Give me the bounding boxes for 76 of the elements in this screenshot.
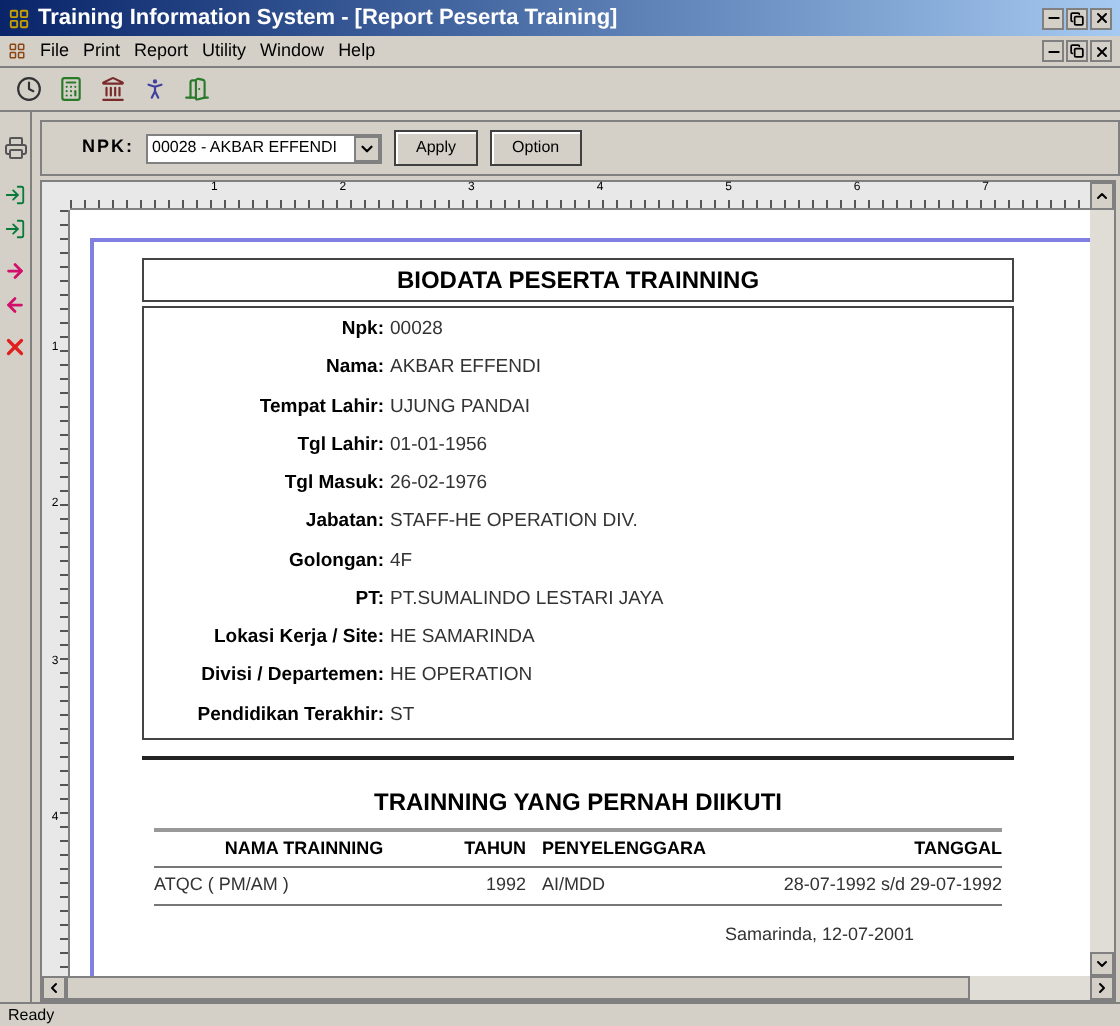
field-value: 26-02-1976 (390, 470, 488, 498)
arrow-down-icon (1094, 956, 1110, 972)
field-value: AKBAR EFFENDI (390, 354, 541, 383)
field-label: Tgl Lahir: (295, 431, 384, 460)
field-label: Jabatan: (303, 508, 384, 537)
close-icon (1093, 43, 1109, 59)
status-text: Ready (8, 1007, 55, 1023)
restore-button[interactable] (1066, 7, 1088, 29)
scroll-left-button[interactable] (42, 976, 66, 1000)
restore-icon (1070, 11, 1084, 25)
clock-icon[interactable] (16, 76, 42, 102)
field-value: HE SAMARINDA (390, 624, 535, 652)
column-header: NAMA TRAINNING (222, 835, 386, 862)
arrow-up-icon (1094, 188, 1110, 204)
field-value: ST (390, 701, 415, 729)
close-icon (1093, 10, 1109, 26)
scroll-right-button[interactable] (1090, 976, 1114, 1000)
column-header: TANGGAL (912, 835, 1002, 862)
arrow-left-icon[interactable] (4, 294, 26, 316)
restore-button[interactable] (1066, 40, 1088, 62)
scroll-thumb[interactable] (66, 976, 970, 1000)
calculator-icon[interactable] (58, 76, 84, 102)
column-header: TAHUN (462, 835, 528, 862)
field-value: UJUNG PANDAI (390, 393, 531, 421)
minimize-button[interactable] (1042, 7, 1064, 29)
field-label: Pendidikan Terakhir: (195, 701, 384, 729)
restore-icon (1070, 44, 1084, 58)
field-value: 01-01-1956 (390, 431, 488, 460)
field-label: Tgl Masuk: (282, 470, 384, 498)
field-value: HE OPERATION (390, 662, 533, 691)
report-title: BIODATA PESERTA TRAINNING (142, 258, 1014, 302)
building-icon[interactable] (100, 76, 126, 102)
toolbar-button[interactable]: Apply (394, 130, 479, 166)
signature-line: Samarinda, 12-07-2001 (722, 921, 914, 948)
field-label: Nama: (323, 354, 384, 383)
arrow-left-icon (46, 980, 62, 996)
scroll-up-button[interactable] (1090, 182, 1114, 210)
arrow-right-icon[interactable] (4, 260, 26, 282)
login-icon[interactable] (4, 184, 26, 206)
field-value: 00028 (390, 316, 443, 344)
menu-item[interactable]: Window (260, 37, 325, 65)
arrow-right-icon (1094, 980, 1110, 996)
menu-item[interactable]: File (40, 37, 70, 65)
npk-dropdown[interactable]: 00028 - AKBAR EFFENDI (146, 133, 382, 163)
menu-item[interactable]: Print (83, 37, 121, 65)
close-button[interactable] (1090, 7, 1112, 29)
table-cell-text: 28-07-1992 s/d 29-07-1992 (781, 872, 1002, 899)
field-value: 4F (390, 547, 413, 575)
menu-item[interactable]: Utility (202, 37, 247, 65)
field-label: Divisi / Departemen: (199, 662, 384, 691)
close-button[interactable] (1090, 40, 1112, 62)
column-header: PENYELENGGARA (542, 835, 709, 862)
window-title: Training Information System - [Report Peserta Training] (38, 3, 618, 34)
toolbar-button[interactable]: Option (490, 130, 582, 166)
training-title: TRAINNING YANG PERNAH DIIKUTI (371, 785, 785, 820)
table-cell-text: ATQC ( PM/AM ) (154, 872, 291, 899)
minimize-button[interactable] (1042, 40, 1064, 62)
printer-icon[interactable] (3, 136, 27, 160)
field-label: Tempat Lahir: (257, 393, 384, 421)
door-icon[interactable] (184, 76, 210, 102)
field-label: Npk: (339, 316, 384, 344)
npk-label: NPK: (82, 134, 134, 161)
app-icon (8, 7, 30, 29)
close-icon[interactable] (2, 334, 28, 360)
field-value: STAFF-HE OPERATION DIV. (390, 508, 638, 537)
field-label: Lokasi Kerja / Site: (211, 624, 384, 652)
document-icon (8, 42, 26, 60)
menu-item[interactable]: Report (134, 37, 189, 65)
login-icon[interactable] (4, 218, 26, 240)
field-value: PT.SUMALINDO LESTARI JAYA (390, 585, 664, 614)
table-cell-text: AI/MDD (542, 872, 607, 899)
menu-item[interactable]: Help (338, 37, 376, 65)
field-label: PT: (353, 585, 384, 614)
table-cell-text: 1992 (483, 872, 528, 899)
scroll-down-button[interactable] (1090, 952, 1114, 976)
field-label: Golongan: (287, 547, 384, 575)
